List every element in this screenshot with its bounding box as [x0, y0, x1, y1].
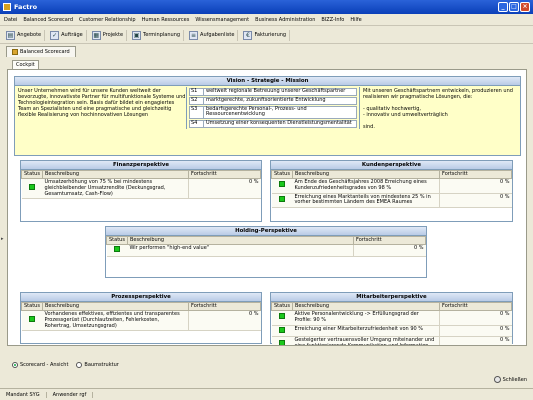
table-row[interactable]: Umsatzerhöhung von 75 % bei mindestens g…	[21, 178, 261, 200]
strategy-row[interactable]: S2 marktgerechte, zukunftsorientierte Ent…	[189, 96, 357, 105]
status-ok-icon	[278, 181, 285, 188]
table-row[interactable]: Erreichung eines Marktanteils von mindes…	[271, 193, 512, 209]
table-row[interactable]: Erreichung einer Mitarbeiterzufriedenhei…	[271, 325, 512, 338]
calendar-icon: ▣	[132, 30, 142, 40]
status-ok-icon	[28, 316, 35, 323]
mitarbeiter-panel: Mitarbeiterperspektive Status Beschreibun…	[270, 292, 513, 345]
app-icon	[3, 3, 11, 11]
mandant-status: Mandant SYG	[0, 391, 47, 398]
side-collapse-arrow-icon[interactable]: ▸	[1, 236, 5, 244]
anwender-status: Anwender rgf	[47, 391, 94, 398]
kunden-table: Status Beschreibung Fortschritt Am Ende de…	[271, 170, 512, 209]
title-bar: Factro _ □ ×	[0, 0, 533, 14]
status-bar: Mandant SYG Anwender rgf	[0, 388, 533, 400]
menu-human-ressources[interactable]: Human Ressources	[142, 17, 190, 23]
table-row[interactable]: Wir performen "high-end value" 0 %	[106, 244, 426, 257]
scorecard-icon	[12, 49, 18, 55]
radio-selected-icon	[12, 362, 18, 368]
tree-view-radio[interactable]: Baumstruktur	[76, 362, 119, 368]
strategy-list: S1 weltweit regionale Betreuung unserer G…	[186, 87, 360, 129]
task-list-icon: ≡	[189, 30, 199, 40]
table-row[interactable]: Am Ende des Geschäftsjahres 2008 Erreich…	[271, 178, 512, 194]
strategy-row[interactable]: S4 Umsetzung einer konsequenten Dienstlei…	[189, 120, 357, 128]
minimize-button[interactable]: _	[498, 2, 508, 12]
table-row[interactable]: Gesteigerter vertrauensvoller Umgang mit…	[271, 336, 512, 345]
vision-title: Vision - Strategie - Mission	[15, 77, 520, 86]
scorecard-view-radio[interactable]: Scorecard - Ansicht	[12, 362, 68, 368]
toolbar: ▤ Angebote ✓ Aufträge ▦ Projekte ▣ Terminpla…	[0, 27, 533, 44]
tab-cockpit[interactable]: Cockpit	[12, 60, 39, 69]
panel-title: Holding-Perspektive	[106, 227, 426, 236]
table-row[interactable]: Vorhandenes effektives, effizientes und …	[21, 310, 261, 332]
holding-panel: Holding-Perspektive Status Beschreibung Fo…	[105, 226, 427, 278]
check-document-icon: ✓	[50, 30, 60, 40]
angebote-button[interactable]: ▤ Angebote	[3, 29, 46, 41]
status-ok-icon	[278, 326, 285, 333]
mission-text: Mit unseren Geschäftspartnern entwickeln…	[363, 88, 513, 131]
status-ok-icon	[113, 246, 120, 252]
menu-customer-relationship[interactable]: Customer Relationship	[79, 17, 136, 23]
document-icon: ▤	[6, 30, 15, 40]
menu-wissensmanagement[interactable]: Wissensmanagement	[195, 17, 249, 23]
panel-title: Mitarbeiterperspektive	[271, 293, 512, 302]
menu-business-administration[interactable]: Business Administration	[255, 17, 315, 23]
prozess-table: Status Beschreibung Fortschritt Vorhandene…	[21, 302, 261, 332]
aufgabenliste-button[interactable]: ≡ Aufgabenliste	[186, 29, 239, 41]
status-ok-icon	[278, 313, 285, 320]
menu-bar: Datei Balanced Scorecard Customer Relati…	[0, 14, 533, 26]
finanz-panel: Finanzperspektive Status Beschreibung Fort…	[20, 160, 262, 222]
status-ok-icon	[28, 184, 35, 191]
view-selector: Scorecard - Ansicht Baumstruktur	[12, 362, 119, 368]
maximize-button[interactable]: □	[509, 2, 519, 12]
tab-balanced-scorecard[interactable]: Balanced Scorecard	[6, 46, 76, 57]
strategy-row[interactable]: S1 weltweit regionale Betreuung unserer G…	[189, 88, 357, 96]
close-icon	[493, 376, 501, 383]
projekte-button[interactable]: ▦ Projekte	[89, 29, 128, 41]
status-ok-icon	[278, 339, 285, 345]
strategy-row[interactable]: S3 bedarfsgerechte Personal-, Prozess- un…	[189, 105, 357, 120]
radio-unselected-icon	[76, 362, 83, 368]
kunden-panel: Kundenperspektive Status Beschreibung Fort…	[270, 160, 513, 222]
panel-title: Prozessperspektive	[21, 293, 261, 302]
projects-icon: ▦	[91, 30, 101, 40]
terminplanung-button[interactable]: ▣ Terminplanung	[129, 29, 185, 41]
close-button[interactable]: Schließen	[493, 376, 527, 383]
panel-title: Finanzperspektive	[21, 161, 261, 170]
menu-datei[interactable]: Datei	[4, 17, 17, 23]
close-window-button[interactable]: ×	[520, 2, 530, 12]
vision-text: Unser Unternehmen wird für unsere Kunden…	[18, 88, 186, 119]
finanz-table: Status Beschreibung Fortschritt Umsatzerhö…	[21, 170, 261, 200]
menu-hilfe[interactable]: Hilfe	[350, 17, 361, 23]
invoice-icon: €	[243, 30, 253, 40]
menu-balanced-scorecard[interactable]: Balanced Scorecard	[23, 17, 73, 23]
status-ok-icon	[278, 195, 285, 202]
window-title: Factro	[14, 3, 38, 11]
panel-title: Kundenperspektive	[271, 161, 512, 170]
fakturierung-button[interactable]: € Fakturierung	[240, 29, 291, 41]
auftraege-button[interactable]: ✓ Aufträge	[47, 29, 87, 41]
vision-panel: Vision - Strategie - Mission Unser Unter…	[14, 76, 521, 156]
mitarbeiter-table: Status Beschreibung Fortschritt Aktive Per…	[271, 302, 512, 345]
table-row[interactable]: Aktive Personalentwicklung -> Erfüllungs…	[271, 310, 512, 326]
menu-bizz-info[interactable]: BIZZ-Info	[321, 17, 344, 23]
holding-table: Status Beschreibung Fortschritt Wir perfor…	[106, 236, 426, 257]
cockpit-content: Vision - Strategie - Mission Unser Unter…	[7, 69, 527, 346]
prozess-panel: Prozessperspektive Status Beschreibung For…	[20, 292, 262, 344]
